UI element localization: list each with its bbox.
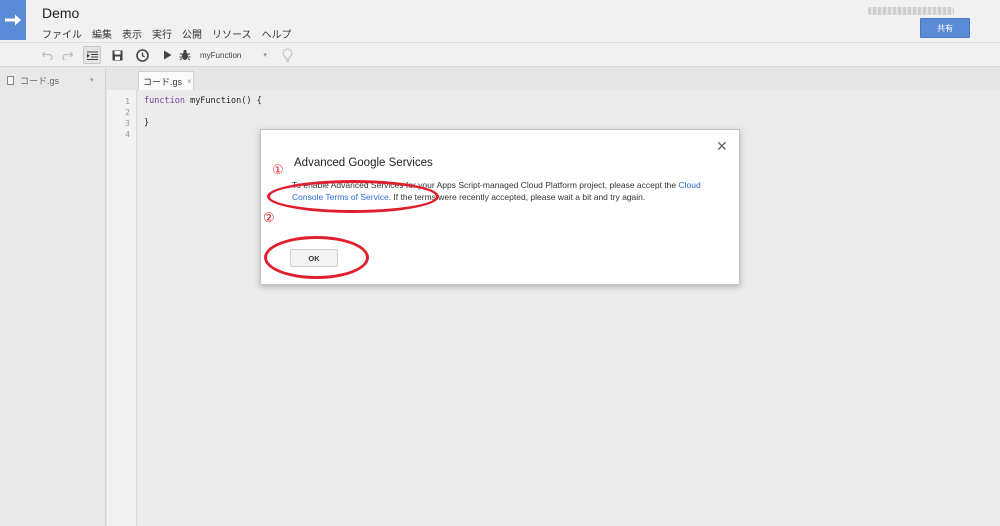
apps-script-logo[interactable] xyxy=(0,0,26,40)
menu-view[interactable]: 表示 xyxy=(122,26,142,41)
run-play-icon[interactable] xyxy=(160,46,174,64)
close-icon[interactable]: ✕ xyxy=(716,138,728,155)
menu-resources[interactable]: リソース xyxy=(212,26,252,41)
app-header: Demo ファイル 編集 表示 実行 公開 リソース ヘルプ 共有 xyxy=(0,0,1000,42)
file-sidebar: コード.gs ▾ xyxy=(0,68,106,526)
project-title[interactable]: Demo xyxy=(42,5,79,21)
document-icon xyxy=(7,76,14,85)
menu-run[interactable]: 実行 xyxy=(152,26,172,41)
save-icon[interactable] xyxy=(109,46,125,64)
redo-icon[interactable] xyxy=(60,46,74,64)
share-button[interactable]: 共有 xyxy=(920,18,970,38)
code-keyword: function xyxy=(144,96,185,106)
line-number-gutter: 1 2 3 4 xyxy=(107,90,137,526)
menu-bar: ファイル 編集 表示 実行 公開 リソース ヘルプ xyxy=(42,26,302,41)
toolbar: myFunction ▾ xyxy=(0,42,1000,67)
undo-icon[interactable] xyxy=(40,46,54,64)
annotation-ellipse-ok xyxy=(264,236,369,279)
line-number: 2 xyxy=(125,108,130,117)
menu-help[interactable]: ヘルプ xyxy=(262,26,292,41)
function-select-value: myFunction xyxy=(200,50,242,60)
line-number: 1 xyxy=(125,97,130,106)
menu-edit[interactable]: 編集 xyxy=(92,26,112,41)
menu-publish[interactable]: 公開 xyxy=(182,26,202,41)
menu-file[interactable]: ファイル xyxy=(42,26,82,41)
tab-code-gs[interactable]: コード.gs × xyxy=(138,71,194,90)
chevron-down-icon: ▾ xyxy=(263,52,267,59)
chevron-down-icon[interactable]: ▾ xyxy=(90,76,94,84)
sidebar-file-item[interactable]: コード.gs xyxy=(7,74,59,87)
code-text: myFunction() { xyxy=(184,96,262,106)
annotation-ellipse-link xyxy=(267,180,439,213)
indent-icon[interactable] xyxy=(83,46,101,64)
sidebar-file-label: コード.gs xyxy=(20,76,60,86)
debug-bug-icon[interactable] xyxy=(177,46,193,64)
close-icon[interactable]: × xyxy=(187,77,192,86)
code-line: function myFunction() { xyxy=(144,96,262,106)
editor-tab-strip: コード.gs × xyxy=(107,68,1000,90)
function-select[interactable]: myFunction ▾ xyxy=(200,47,267,63)
arrow-right-icon xyxy=(5,14,21,26)
triggers-clock-icon[interactable] xyxy=(133,46,151,64)
annotation-number-1: ① xyxy=(272,162,284,177)
tab-label: コード.gs xyxy=(143,76,183,87)
lightbulb-icon[interactable] xyxy=(279,46,295,64)
account-email-blurred xyxy=(868,7,954,15)
annotation-number-2: ② xyxy=(263,210,275,225)
line-number: 4 xyxy=(125,130,130,139)
dialog-title: Advanced Google Services xyxy=(294,157,433,169)
code-line: } xyxy=(144,118,150,128)
line-number: 3 xyxy=(125,119,130,128)
